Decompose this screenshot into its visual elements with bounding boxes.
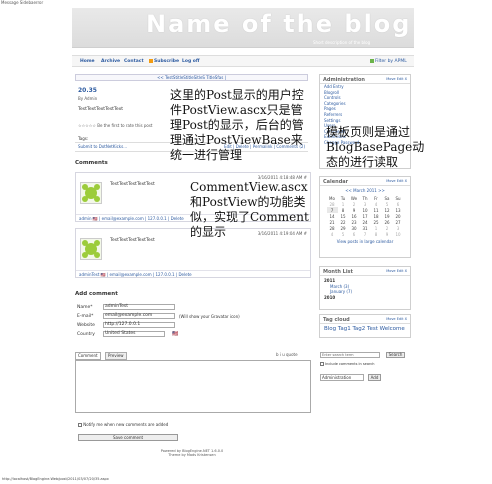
- search-comments-label: Include comments in search: [325, 362, 375, 366]
- blog-description: Short description of the blog: [313, 40, 371, 45]
- widget-controls[interactable]: Move Edit X: [386, 77, 407, 81]
- calendar-day[interactable]: 10: [393, 231, 404, 237]
- dotnetkicks-link[interactable]: Submit to DotNetKicks...: [78, 144, 127, 149]
- window-message: Message Sidebaerror: [1, 0, 44, 5]
- calendar-month-nav[interactable]: << March 2011 >>: [320, 188, 410, 193]
- post-tags-label: Tags:: [78, 136, 89, 141]
- name-field[interactable]: adminTest: [103, 304, 175, 310]
- comment-footer[interactable]: adminTest 🇺🇸 | email@example.com | 127.0…: [76, 270, 310, 277]
- post-annotation: 这里的Post显示的用户控件PostView.ascx只是管理Post的显示，后…: [170, 88, 304, 162]
- calendar-header: Calendar Move Edit X: [320, 177, 410, 186]
- month-list-header: Month List Move Edit X: [320, 267, 410, 276]
- tag-cloud[interactable]: Blog Tag1 Tag2 Test Welcome: [320, 324, 410, 334]
- apml-icon: [370, 59, 374, 63]
- nav-subscribe[interactable]: Subscribe: [149, 59, 179, 64]
- avatar: [80, 238, 102, 260]
- email-field[interactable]: email@example.com: [103, 313, 175, 319]
- nav-logoff[interactable]: Log off: [182, 59, 199, 64]
- widget-controls[interactable]: Move Edit X: [386, 317, 407, 321]
- notify-row[interactable]: Notify me when new comments are added: [78, 422, 168, 427]
- country-label: Country: [77, 332, 95, 337]
- blog-title[interactable]: Name of the blog: [146, 10, 411, 38]
- calendar-day[interactable]: 7: [360, 231, 371, 237]
- website-field[interactable]: http://127.0.0.1: [103, 322, 175, 328]
- search-comments-checkbox[interactable]: [320, 362, 324, 366]
- month-list-title: Month List: [323, 269, 353, 275]
- add-comment-heading: Add comment: [75, 291, 118, 297]
- post-pager[interactable]: << TestStitleStitleSitleS TitleSfas |: [75, 74, 308, 81]
- tab-comment[interactable]: Comment: [75, 352, 101, 360]
- status-bar-url: http://localhost/BlogEngine.Web/post/201…: [2, 477, 109, 481]
- website-label: Website: [77, 323, 95, 328]
- widget-controls[interactable]: Move Edit X: [386, 269, 407, 273]
- us-flag-icon: 🇺🇸: [172, 331, 179, 337]
- comment-text: TestTextTestTextTest: [110, 182, 155, 187]
- avatar: [80, 182, 102, 204]
- admin-widget-header: Administration Move Edit X: [320, 75, 410, 84]
- calendar-title: Calendar: [323, 179, 349, 185]
- editor-toolbar[interactable]: b i u quote: [276, 352, 298, 357]
- gravatar-hint: (Will show your Gravatar icon): [179, 314, 240, 319]
- post-body: TestTextTextTestText: [78, 107, 124, 112]
- add-widget-button[interactable]: Add: [368, 374, 381, 381]
- calendar: << March 2011 >> Mo Tu We Th Fr Sa Su 28 1 2 3 4 5 6…: [320, 188, 410, 244]
- calendar-day[interactable]: 5: [338, 231, 349, 237]
- filter-apml-label: Filter by APML: [375, 59, 407, 64]
- footer: Powered by BlogEngine.NET 1.6.0.0 Theme …: [74, 449, 310, 457]
- comment-text: TestTextTestTextTest: [110, 238, 155, 243]
- widget-select[interactable]: Administration: [320, 374, 364, 381]
- save-comment-button[interactable]: Save comment: [78, 434, 178, 441]
- post-rating-label: Be the first to rate this post: [97, 123, 153, 128]
- month-list-widget: Month List Move Edit X 2011 March (3) Ja…: [319, 266, 411, 310]
- post-title[interactable]: 20.35: [78, 87, 97, 94]
- month-list: 2011 March (3) January (7) 2010: [320, 276, 410, 302]
- calendar-week: 4 5 6 7 8 9 10: [327, 231, 404, 237]
- tag-cloud-header: Tag cloud Move Edit X: [320, 315, 410, 324]
- avatar-image: [82, 184, 100, 202]
- calendar-day[interactable]: 4: [327, 231, 338, 237]
- theme-by[interactable]: Theme by Mads Kristensen: [74, 453, 310, 457]
- nav-home[interactable]: Home: [80, 59, 95, 64]
- nav-archive[interactable]: Archive: [101, 59, 120, 64]
- year-2010[interactable]: 2010: [324, 295, 406, 301]
- search-comments-row[interactable]: Include comments in search: [320, 362, 374, 366]
- comments-heading: Comments: [75, 160, 108, 166]
- calendar-day[interactable]: 6: [349, 231, 360, 237]
- tag-cloud-title: Tag cloud: [323, 317, 350, 323]
- rss-icon: [149, 59, 153, 63]
- country-select[interactable]: United States: [103, 331, 165, 337]
- post-rating[interactable]: ☆☆☆☆☆ Be the first to rate this post: [78, 123, 153, 128]
- tag-cloud-widget: Tag cloud Move Edit X Blog Tag1 Tag2 Tes…: [319, 314, 411, 338]
- nav-subscribe-label: Subscribe: [154, 59, 180, 64]
- widget-controls[interactable]: Move Edit X: [386, 179, 407, 183]
- comment-annotation: CommentView.ascx和PostView的功能类似，实现了Commen…: [190, 180, 309, 239]
- calendar-day[interactable]: 9: [382, 231, 393, 237]
- tab-preview[interactable]: Preview: [105, 352, 127, 360]
- email-label: E-mail*: [77, 314, 94, 319]
- post-author[interactable]: By Admin: [78, 96, 97, 101]
- nav-contact[interactable]: Contact: [124, 59, 144, 64]
- admin-widget-title: Administration: [323, 77, 365, 83]
- filter-apml[interactable]: Filter by APML: [370, 59, 407, 64]
- name-label: Name*: [77, 305, 93, 310]
- search-input[interactable]: Enter search term: [320, 352, 380, 358]
- large-calendar-link[interactable]: View posts in large calendar: [320, 239, 410, 244]
- notify-label: Notify me when new comments are added: [83, 422, 169, 427]
- notify-checkbox[interactable]: [78, 423, 82, 427]
- calendar-grid: Mo Tu We Th Fr Sa Su 28 1 2 3 4 5 6 7 8 9 10 11 12 13 14 15 16…: [326, 195, 404, 237]
- top-nav: Home Archive Contact Subscribe Log off F…: [72, 55, 414, 67]
- avatar-image: [82, 240, 100, 258]
- calendar-day[interactable]: 8: [371, 231, 382, 237]
- comment-textarea[interactable]: [75, 360, 311, 413]
- sidebar-annotation: 模板页则是通过BlogBasePage动态的进行读取: [326, 125, 425, 169]
- search-button[interactable]: Search: [386, 352, 405, 358]
- calendar-widget: Calendar Move Edit X << March 2011 >> Mo…: [319, 176, 411, 258]
